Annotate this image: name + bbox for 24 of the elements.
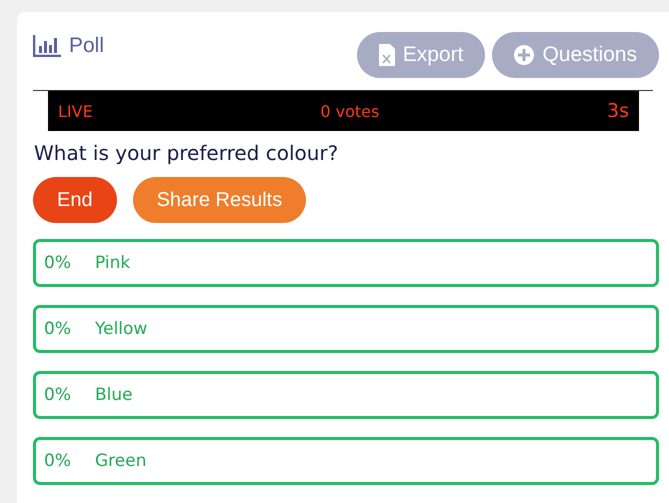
- poll-question: What is your preferred colour?: [34, 141, 340, 165]
- option-label: Blue: [94, 385, 133, 405]
- poll-option[interactable]: 0% Yellow: [33, 305, 659, 353]
- bar-chart-icon: [33, 35, 61, 57]
- option-percent: 0%: [44, 319, 71, 339]
- option-percent: 0%: [44, 253, 71, 273]
- vote-count: 0 votes: [320, 102, 380, 120]
- poll-option[interactable]: 0% Green: [33, 437, 659, 485]
- option-percent: 0%: [44, 385, 71, 405]
- option-label: Pink: [94, 253, 130, 273]
- option-label: Green: [94, 451, 146, 471]
- timer: 3s: [606, 100, 629, 122]
- questions-button[interactable]: Questions: [492, 32, 659, 78]
- end-button[interactable]: End: [33, 177, 117, 223]
- export-button[interactable]: Export: [356, 32, 486, 78]
- poll-title: Poll: [69, 34, 104, 58]
- option-percent: 0%: [44, 451, 71, 471]
- option-label: Yellow: [94, 319, 148, 339]
- share-results-button[interactable]: Share Results: [132, 177, 306, 223]
- plus-circle-icon: [514, 45, 534, 65]
- live-label: LIVE: [58, 102, 93, 120]
- poll-option[interactable]: 0% Blue: [33, 371, 659, 419]
- excel-file-icon: [378, 44, 395, 66]
- poll-option[interactable]: 0% Pink: [33, 239, 659, 287]
